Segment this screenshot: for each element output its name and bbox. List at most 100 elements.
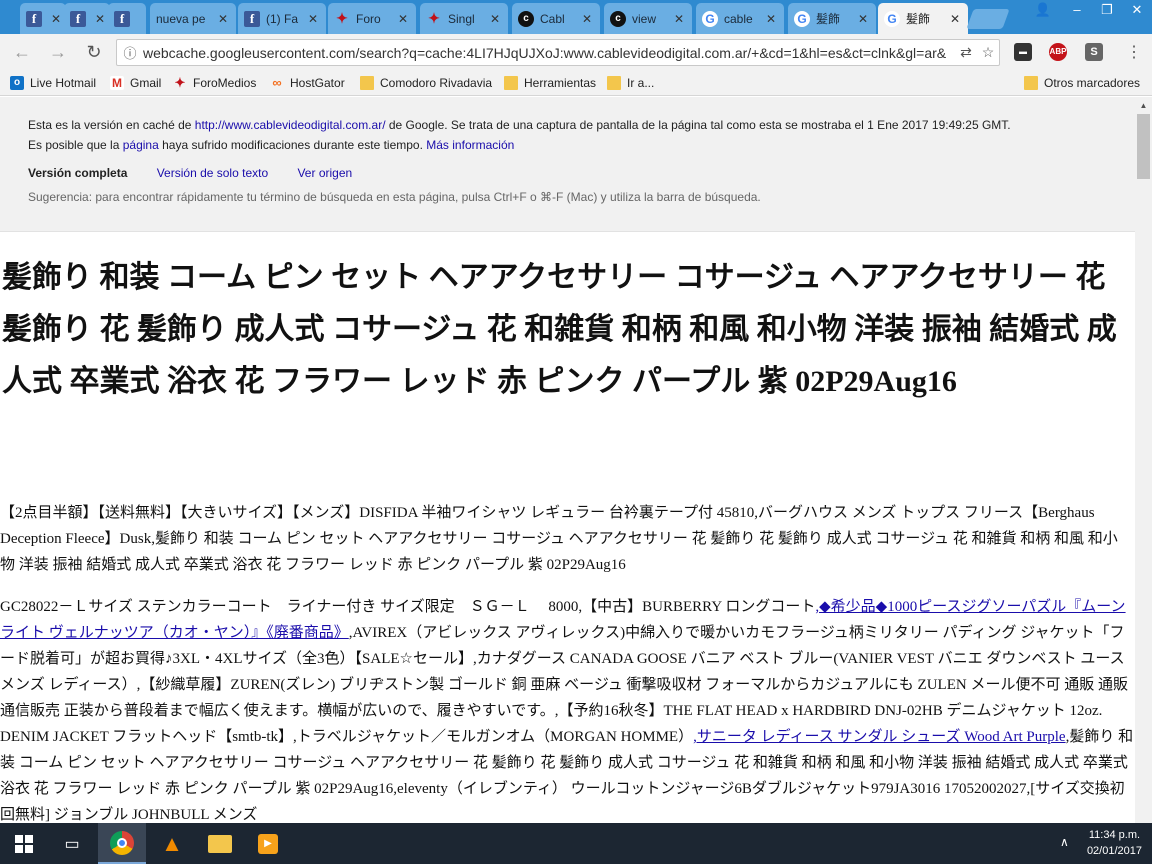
close-tab-icon[interactable]: ✕: [950, 12, 962, 26]
extension-s-icon[interactable]: S: [1085, 43, 1103, 61]
tab-6[interactable]: ✦ Foro ✕: [328, 3, 416, 34]
system-clock[interactable]: 11:34 p.m. 02/01/2017: [1087, 827, 1142, 859]
folder-icon: [1024, 76, 1038, 90]
extension-icon[interactable]: ▬: [1014, 43, 1032, 61]
close-tab-icon[interactable]: ✕: [582, 12, 594, 26]
windows-logo-icon: [15, 834, 33, 853]
facebook-icon: f: [114, 10, 130, 27]
media-player-icon[interactable]: ▶: [244, 823, 292, 864]
close-window-icon[interactable]: ✕: [1120, 0, 1152, 20]
more-info-link[interactable]: Más información: [426, 138, 514, 152]
user-icon[interactable]: 👤: [1026, 0, 1060, 20]
google-icon: G: [794, 10, 810, 27]
gmail-icon: M: [110, 76, 124, 90]
clock-time: 11:34 p.m.: [1088, 829, 1141, 841]
tab-label: Cabl: [540, 11, 565, 26]
tab-label: 髪飾: [906, 12, 931, 26]
close-tab-icon[interactable]: ✕: [51, 12, 63, 26]
restore-icon[interactable]: ❐: [1090, 0, 1124, 20]
hotmail-icon: o: [10, 76, 24, 90]
vertical-scrollbar[interactable]: ▲: [1135, 97, 1152, 823]
cache-notice-line1: Esta es la versión en caché de http://ww…: [28, 118, 1011, 132]
text-only-version-link[interactable]: Versión de solo texto: [157, 166, 268, 180]
close-tab-icon[interactable]: ✕: [218, 12, 230, 26]
close-tab-icon[interactable]: ✕: [858, 12, 870, 26]
windows-taskbar: ▭ ▲ ▶ ∧ 11:34 p.m. 02/01/2017: [0, 823, 1152, 864]
folder-icon: [504, 76, 518, 90]
address-url[interactable]: webcache.googleusercontent.com/search?q=…: [143, 45, 955, 61]
info-icon[interactable]: ⓘ: [117, 43, 143, 62]
tab-3[interactable]: f: [108, 3, 146, 34]
new-tab-button[interactable]: [966, 9, 1010, 29]
facebook-icon: f: [70, 10, 86, 27]
paragraph-2: GC28022－Ｌサイズ ステンカラーコート ライナー付き サイズ限定 ＳＧ－Ｌ…: [0, 599, 1134, 823]
foromedios-icon: ✦: [428, 10, 440, 26]
view-source-link[interactable]: Ver origen: [297, 166, 352, 180]
scroll-thumb[interactable]: [1137, 114, 1150, 179]
page-viewport: Esta es la versión en caché de http://ww…: [0, 97, 1152, 823]
bookmark-folder-otros[interactable]: Otros marcadores: [1024, 74, 1140, 92]
forward-arrow-icon[interactable]: →: [46, 40, 70, 64]
close-tab-icon[interactable]: ✕: [95, 12, 107, 26]
full-version-label: Versión completa: [28, 166, 128, 180]
paragraph-1: 【2点目半額】【送料無料】【大きいサイズ】【メンズ】DISFIDA 半袖ワイシャ…: [0, 505, 1118, 573]
tray-chevron-up-icon[interactable]: ∧: [1060, 835, 1069, 849]
close-tab-icon[interactable]: ✕: [674, 12, 686, 26]
task-view-icon[interactable]: ▭: [48, 823, 96, 864]
tab-7[interactable]: ✦ Singl ✕: [420, 3, 508, 34]
address-bar[interactable]: ⓘ webcache.googleusercontent.com/search?…: [116, 39, 1000, 66]
bookmark-star-icon[interactable]: ☆: [977, 44, 999, 61]
chrome-taskbar-icon[interactable]: [98, 823, 146, 864]
bookmark-folder-comodoro[interactable]: Comodoro Rivadavia: [360, 74, 492, 92]
adblock-plus-icon[interactable]: ABP: [1049, 43, 1067, 61]
minimize-icon[interactable]: –: [1060, 0, 1094, 20]
close-tab-icon[interactable]: ✕: [766, 12, 778, 26]
tab-label: cable: [724, 11, 753, 26]
close-tab-icon[interactable]: ✕: [308, 12, 320, 26]
bookmarks-bar: o Live Hotmail M Gmail ✦ ForoMedios ∞ Ho…: [0, 70, 1152, 96]
sandal-link[interactable]: ,サニータ レディース サンダル シューズ Wood Art Purple: [693, 729, 1066, 745]
back-arrow-icon[interactable]: ←: [10, 40, 34, 64]
cache-notice-line2: Es posible que la página haya sufrido mo…: [28, 138, 515, 152]
bookmark-folder-herramientas[interactable]: Herramientas: [504, 74, 596, 92]
tab-12-active[interactable]: G 髪飾 ✕: [878, 3, 968, 34]
version-options: Versión completa Versión de solo texto V…: [28, 166, 378, 180]
folder-icon: [607, 76, 621, 90]
tab-label: (1) Fa: [266, 11, 299, 26]
facebook-icon: f: [244, 10, 260, 27]
facebook-icon: f: [26, 10, 42, 27]
tab-5[interactable]: f (1) Fa ✕: [238, 3, 326, 34]
tab-label: view: [632, 11, 657, 26]
tab-8[interactable]: c Cabl ✕: [512, 3, 600, 34]
bookmark-gmail[interactable]: M Gmail: [110, 74, 161, 92]
close-tab-icon[interactable]: ✕: [490, 12, 502, 26]
page-heading: 髪飾り 和装 コーム ピン セット ヘアアクセサリー コサージュ ヘアアクセサリ…: [2, 261, 1117, 398]
vlc-icon[interactable]: ▲: [148, 823, 196, 864]
tab-label: 髪飾: [816, 12, 841, 26]
current-page-link[interactable]: página: [123, 138, 159, 152]
cache-notice: Esta es la versión en caché de http://ww…: [0, 97, 1135, 232]
tab-1[interactable]: f ✕: [20, 3, 66, 34]
menu-icon[interactable]: ⋮: [1126, 42, 1142, 62]
translate-icon[interactable]: ⇄: [955, 44, 977, 61]
bookmark-hostgator[interactable]: ∞ HostGator: [270, 74, 344, 92]
close-tab-icon[interactable]: ✕: [398, 12, 410, 26]
file-explorer-icon[interactable]: [196, 823, 244, 864]
tab-4[interactable]: nueva pe ✕: [150, 3, 236, 34]
bookmark-folder-ir-a[interactable]: Ir a...: [607, 74, 654, 92]
tab-label: Foro: [356, 11, 381, 26]
scroll-up-arrow-icon[interactable]: ▲: [1135, 97, 1152, 114]
tab-10[interactable]: G cable ✕: [696, 3, 784, 34]
folder-icon: [360, 76, 374, 90]
start-button[interactable]: [0, 823, 48, 864]
browser-toolbar: ← → ↻ ⓘ webcache.googleusercontent.com/s…: [0, 34, 1152, 70]
cached-site-link[interactable]: http://www.cablevideodigital.com.ar/: [195, 118, 386, 132]
tab-2[interactable]: f ✕: [64, 3, 110, 34]
bookmark-live-hotmail[interactable]: o Live Hotmail: [10, 74, 96, 92]
bookmark-foromedios[interactable]: ✦ ForoMedios: [173, 74, 257, 92]
tab-11[interactable]: G 髪飾 ✕: [788, 3, 876, 34]
tab-label: nueva pe: [156, 11, 206, 26]
reload-icon[interactable]: ↻: [82, 40, 106, 64]
hostgator-icon: ∞: [272, 75, 282, 90]
tab-9[interactable]: c view ✕: [604, 3, 692, 34]
